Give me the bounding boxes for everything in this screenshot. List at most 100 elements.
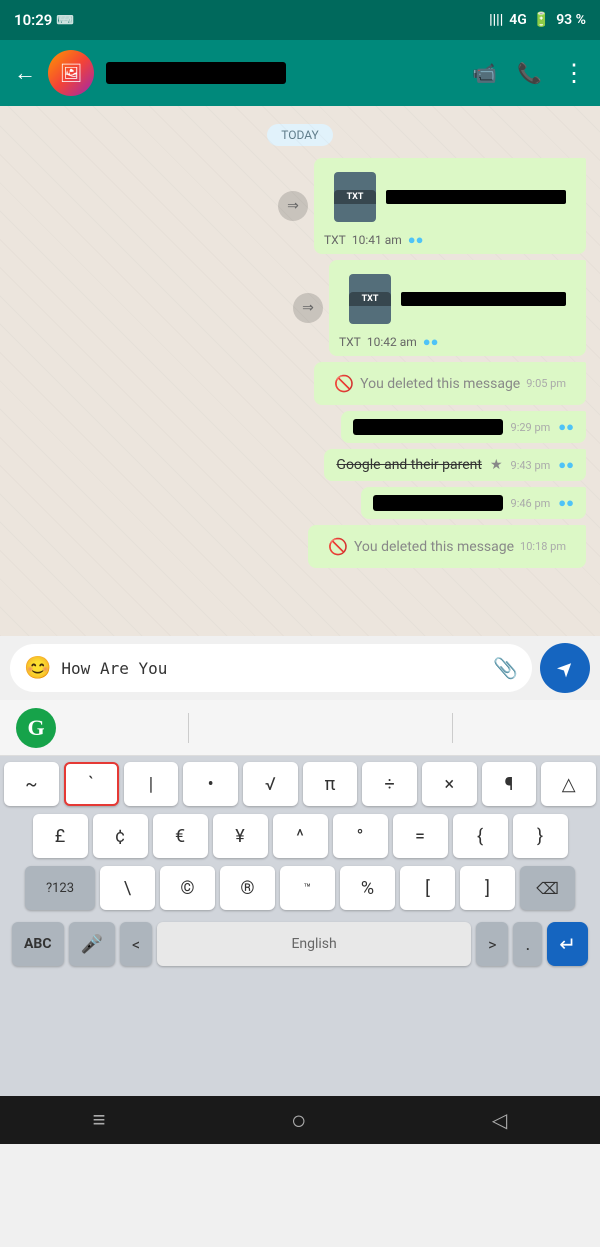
- deleted-message-1: 🚫 You deleted this message 9:05 pm: [314, 362, 586, 405]
- key-enter[interactable]: ↵: [547, 922, 588, 966]
- avatar-image: 🖼: [48, 50, 94, 96]
- key-multiply[interactable]: ×: [422, 762, 477, 806]
- key-sqrt[interactable]: √: [243, 762, 298, 806]
- key-triangle[interactable]: △: [541, 762, 596, 806]
- key-rbracket[interactable]: ]: [460, 866, 515, 910]
- key-rbrace[interactable]: }: [513, 814, 568, 858]
- status-icons: |||| 4G 🔋 93 %: [489, 12, 586, 28]
- key-space[interactable]: English: [157, 922, 471, 966]
- read-ticks: ●●: [408, 232, 424, 248]
- deleted-text: You deleted this message: [354, 539, 514, 555]
- avatar[interactable]: 🖼: [48, 50, 94, 96]
- file-content: TXT: [339, 266, 576, 332]
- keyboard[interactable]: ~ ` | • √ π ÷ × ¶ △ £ ¢ € ¥ ^ ° = { } ?1…: [0, 756, 600, 1096]
- video-call-icon[interactable]: 📹: [472, 61, 497, 85]
- keyboard-indicator: ⌨: [56, 13, 73, 27]
- file-type-icon: TXT: [334, 172, 376, 222]
- delete-key[interactable]: ⌫: [520, 866, 575, 910]
- key-pilcrow[interactable]: ¶: [482, 762, 537, 806]
- network-type: 4G: [509, 12, 527, 28]
- redacted-text: [353, 419, 503, 435]
- nav-home-icon[interactable]: ○: [291, 1105, 307, 1136]
- message-input-box[interactable]: 😊 How Are You 📎: [10, 644, 532, 692]
- nav-back-icon[interactable]: ◁: [492, 1108, 507, 1132]
- keyboard-row-2: £ ¢ € ¥ ^ ° = { }: [4, 814, 596, 858]
- grammarly-icon[interactable]: G: [16, 708, 56, 748]
- key-backtick[interactable]: `: [64, 762, 119, 806]
- key-euro[interactable]: €: [153, 814, 208, 858]
- more-options-icon[interactable]: ⋮: [562, 59, 586, 87]
- key-cent[interactable]: ¢: [93, 814, 148, 858]
- nav-menu-icon[interactable]: ≡: [93, 1107, 106, 1133]
- navigation-bar: ≡ ○ ◁: [0, 1096, 600, 1144]
- message-input[interactable]: How Are You: [61, 659, 483, 678]
- key-yen[interactable]: ¥: [213, 814, 268, 858]
- keyboard-bottom-row: ABC 🎤 < English > . ↵: [4, 918, 596, 970]
- key-equals[interactable]: =: [393, 814, 448, 858]
- message-time-inline: 9:29 pm: [511, 421, 551, 434]
- key-lbrace[interactable]: {: [453, 814, 508, 858]
- key-percent[interactable]: %: [340, 866, 395, 910]
- deleted-time: 10:18 pm: [520, 540, 566, 553]
- attach-button[interactable]: 📎: [493, 656, 518, 680]
- key-copyright[interactable]: ©: [160, 866, 215, 910]
- key-greater-than[interactable]: >: [476, 922, 508, 966]
- key-123[interactable]: ?123: [25, 866, 95, 910]
- key-period[interactable]: .: [513, 922, 542, 966]
- key-bullet[interactable]: •: [183, 762, 238, 806]
- forward-icon[interactable]: ⇒: [278, 191, 308, 221]
- emoji-button[interactable]: 😊: [24, 656, 51, 681]
- read-ticks: ●●: [423, 334, 439, 350]
- key-mic[interactable]: 🎤: [69, 922, 115, 966]
- key-caret[interactable]: ^: [273, 814, 328, 858]
- text-message-1[interactable]: 9:29 pm ●●: [341, 411, 586, 443]
- file-name-redacted: [386, 190, 566, 204]
- grammarly-letter: G: [27, 715, 44, 741]
- date-label: TODAY: [267, 124, 333, 146]
- key-degree[interactable]: °: [333, 814, 388, 858]
- key-less-than[interactable]: <: [120, 922, 152, 966]
- key-backslash[interactable]: \: [100, 866, 155, 910]
- key-trademark[interactable]: ™: [280, 866, 335, 910]
- read-ticks: ●●: [558, 495, 574, 511]
- send-button[interactable]: ➤: [540, 643, 590, 693]
- back-button[interactable]: ←: [14, 60, 36, 86]
- date-badge: TODAY: [14, 124, 586, 146]
- keyboard-row-1: ~ ` | • √ π ÷ × ¶ △: [4, 762, 596, 806]
- key-registered[interactable]: ®: [220, 866, 275, 910]
- file-ext-label: TXT: [334, 190, 376, 204]
- keyboard-row-3: ?123 \ © ® ™ % [ ] ⌫: [4, 866, 596, 910]
- key-lbracket[interactable]: [: [400, 866, 455, 910]
- send-icon: ➤: [551, 654, 580, 683]
- key-abc[interactable]: ABC: [12, 922, 64, 966]
- message-time-inline: 9:43 pm: [511, 459, 551, 472]
- file-type-icon: TXT: [349, 274, 391, 324]
- phone-call-icon[interactable]: 📞: [517, 61, 542, 85]
- message-row: 9:29 pm ●●: [14, 411, 586, 443]
- read-ticks: ●●: [558, 419, 574, 435]
- key-pipe[interactable]: |: [124, 762, 179, 806]
- redacted-text: [373, 495, 503, 511]
- header-icons: 📹 📞 ⋮: [472, 59, 586, 87]
- forward-icon[interactable]: ⇒: [293, 293, 323, 323]
- message-row: ⇒ TXT TXT 10:42 am ●●: [14, 260, 586, 356]
- message-row: 9:46 pm ●●: [14, 487, 586, 519]
- file-message-2[interactable]: TXT TXT 10:42 am ●●: [329, 260, 586, 356]
- star-icon: ★: [490, 457, 503, 473]
- deleted-message-2: 🚫 You deleted this message 10:18 pm: [308, 525, 586, 568]
- key-tilde[interactable]: ~: [4, 762, 59, 806]
- file-message-1[interactable]: TXT TXT 10:41 am ●●: [314, 158, 586, 254]
- deleted-content: 🚫 You deleted this message 10:18 pm: [318, 531, 576, 562]
- contact-name[interactable]: [106, 62, 286, 84]
- key-pi[interactable]: π: [303, 762, 358, 806]
- chat-header: ← 🖼 📹 📞 ⋮: [0, 40, 600, 106]
- message-time-inline: 9:46 pm: [511, 497, 551, 510]
- text-message-2[interactable]: Google and their parent ★ 9:43 pm ●●: [324, 449, 586, 481]
- file-meta: TXT 10:42 am ●●: [339, 334, 576, 350]
- deleted-time: 9:05 pm: [526, 377, 566, 390]
- key-divide[interactable]: ÷: [362, 762, 417, 806]
- key-pound[interactable]: £: [33, 814, 88, 858]
- file-ext-label: TXT: [349, 292, 391, 306]
- text-message-3[interactable]: 9:46 pm ●●: [361, 487, 586, 519]
- message-time: 10:42 am: [367, 335, 417, 349]
